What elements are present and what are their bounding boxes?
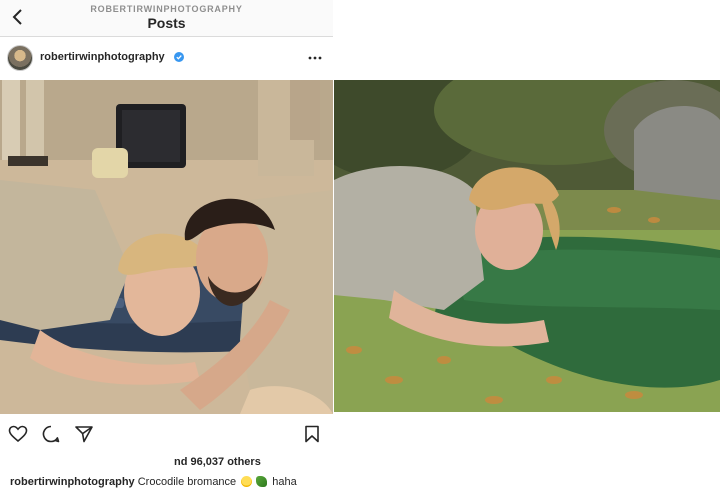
avatar[interactable] [7,45,33,71]
comparison-photo [334,80,720,412]
post-photo[interactable] [0,80,333,414]
post-actions [0,420,333,448]
post-username[interactable]: robertirwinphotography [40,51,165,63]
caption-text: Crocodile bromance [137,476,237,488]
likes-count[interactable]: nd 96,037 others [174,456,261,468]
more-icon[interactable] [307,54,323,62]
post-header: robertirwinphotography [0,38,333,80]
verified-icon [174,52,184,62]
caption-username[interactable]: robertirwinphotography [10,476,135,488]
caption: robertirwinphotography Crocodile bromanc… [10,476,297,488]
heart-icon[interactable] [8,424,28,444]
account-handle: ROBERTIRWINPHOTOGRAPHY [90,4,243,14]
laughing-emoji-icon [241,476,253,487]
caption-tail: haha [272,476,297,488]
instagram-post-panel: ROBERTIRWINPHOTOGRAPHY Posts robertirwin… [0,0,333,490]
comparison-photo-illustration [334,80,720,412]
comment-icon[interactable] [41,424,61,444]
page-title: Posts [147,15,186,31]
share-icon[interactable] [74,424,94,444]
bookmark-icon[interactable] [302,424,322,444]
crocodile-emoji-icon [256,476,268,487]
post-photo-illustration [0,80,333,414]
top-bar: ROBERTIRWINPHOTOGRAPHY Posts [0,0,333,37]
